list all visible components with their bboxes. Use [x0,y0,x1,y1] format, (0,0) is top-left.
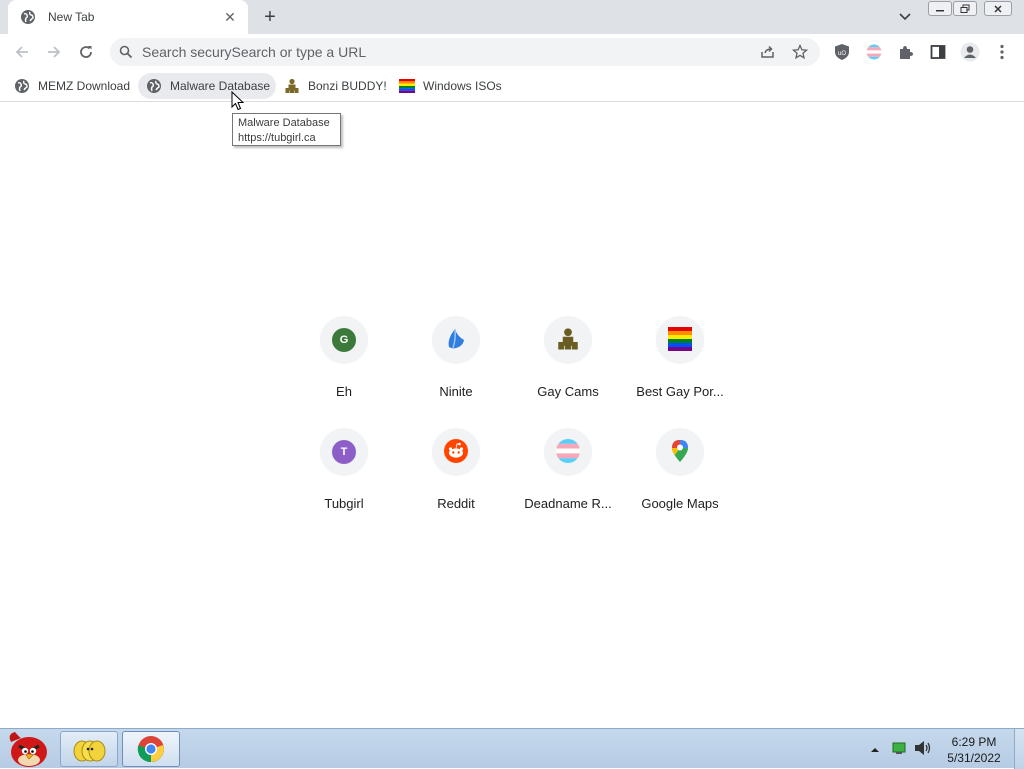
ninite-icon [444,327,468,354]
close-tab-icon[interactable]: ✕ [222,9,238,25]
share-icon[interactable] [760,44,776,63]
shortcut-google-maps[interactable]: Google Maps [624,428,736,540]
shortcut-tile [656,428,704,476]
toolbar: Search securySearch or type a URL uO [0,34,1024,70]
shortcut-tile: T [320,428,368,476]
globe-icon [146,78,162,94]
minimize-button[interactable] [928,1,952,16]
clock-time: 6:29 PM [951,735,997,749]
tab-strip: New Tab ✕ + [0,0,1024,34]
shortcut-tile [432,316,480,364]
letter-g-icon: G [332,328,356,352]
side-panel-icon[interactable] [926,40,950,64]
shortcut-deadname-r[interactable]: Deadname R... [512,428,624,540]
extensions-puzzle-icon[interactable] [894,40,918,64]
shortcut-label: Ninite [439,384,473,399]
shortcut-tile [544,316,592,364]
shortcut-eh[interactable]: G Eh [288,316,400,428]
bookmark-tooltip: Malware Database https://tubgirl.ca [232,113,341,146]
shortcut-tile [656,316,704,364]
back-arrow-icon[interactable] [10,40,34,64]
tooltip-url: https://tubgirl.ca [238,132,316,144]
taskbar: 6:29 PM 5/31/2022 [0,727,1024,769]
shortcut-tile [544,428,592,476]
shortcut-label: Deadname R... [524,496,612,511]
tab-title: New Tab [48,10,95,24]
tab-new-tab[interactable]: New Tab ✕ [8,0,248,34]
forward-arrow-icon[interactable] [42,40,66,64]
bookmark-label: MEMZ Download [38,79,131,93]
shortcut-label: Gay Cams [537,384,599,399]
globe-icon [14,78,30,94]
bookmark-star-icon[interactable] [791,43,809,63]
shortcut-label: Google Maps [641,496,719,511]
volume-speaker-icon[interactable] [914,740,932,759]
rainbow-flag-icon [399,78,415,94]
bookmarks-bar: MEMZ Download Malware Database Bonzi BUD… [0,70,1024,102]
menu-kebab-icon[interactable] [990,40,1014,64]
shortcut-label: Tubgirl [324,496,364,511]
reload-icon[interactable] [74,40,98,64]
tray-overflow-chevron-icon[interactable] [870,743,880,757]
letter-t-icon: T [332,440,356,464]
globe-icon [20,9,36,25]
bookmark-label: Bonzi BUDDY! [308,79,387,93]
new-tab-button[interactable]: + [260,7,280,27]
shortcut-gay-cams[interactable]: Gay Cams [512,316,624,428]
ublock-shield-icon[interactable]: uO [830,40,854,64]
omnibox-placeholder: Search securySearch or type a URL [142,44,367,60]
maps-pin-icon [670,439,690,466]
shortcut-reddit[interactable]: Reddit [400,428,512,540]
bookmark-label: Malware Database [170,79,271,93]
trans-flag-icon [556,438,580,466]
shortcut-tubgirl[interactable]: T Tubgirl [288,428,400,540]
shortcut-tile: G [320,316,368,364]
bookmark-label: Windows ISOs [423,79,502,93]
shortcut-label: Best Gay Por... [636,384,724,399]
bookmark-windows-isos[interactable]: Windows ISOs [391,73,508,99]
taskbar-clock[interactable]: 6:29 PM 5/31/2022 [936,734,1012,766]
start-button-angry-bird-icon[interactable] [2,727,52,769]
shortcut-label: Reddit [437,496,475,511]
show-desktop-button[interactable] [1014,729,1024,769]
restore-button[interactable] [953,1,977,16]
reddit-icon [444,438,468,466]
network-icon[interactable] [892,741,906,758]
rainbow-flag-icon [668,326,692,354]
shortcut-best-gay-por[interactable]: Best Gay Por... [624,316,736,428]
shortcut-ninite[interactable]: Ninite [400,316,512,428]
bonzi-icon [284,78,300,94]
svg-text:uO: uO [838,51,846,57]
close-window-button[interactable] [984,1,1012,16]
bookmark-memz-download[interactable]: MEMZ Download [6,73,136,99]
mouse-cursor-icon [231,90,245,111]
search-icon [118,44,134,60]
shortcut-label: Eh [336,384,352,399]
taskbar-chrome-icon[interactable] [122,731,180,767]
tab-search-chevron-icon[interactable] [895,8,915,26]
tooltip-title: Malware Database [238,117,330,129]
taskbar-explorer-icon[interactable] [60,731,118,767]
profile-avatar-icon[interactable] [958,40,982,64]
bookmark-bonzi-buddy[interactable]: Bonzi BUDDY! [276,73,393,99]
omnibox[interactable]: Search securySearch or type a URL [110,38,820,66]
clock-date: 5/31/2022 [947,751,1001,765]
bookmark-malware-database[interactable]: Malware Database [138,73,277,99]
bonzi-icon [556,327,580,354]
trans-flag-extension-icon[interactable] [862,40,886,64]
shortcut-tile [432,428,480,476]
